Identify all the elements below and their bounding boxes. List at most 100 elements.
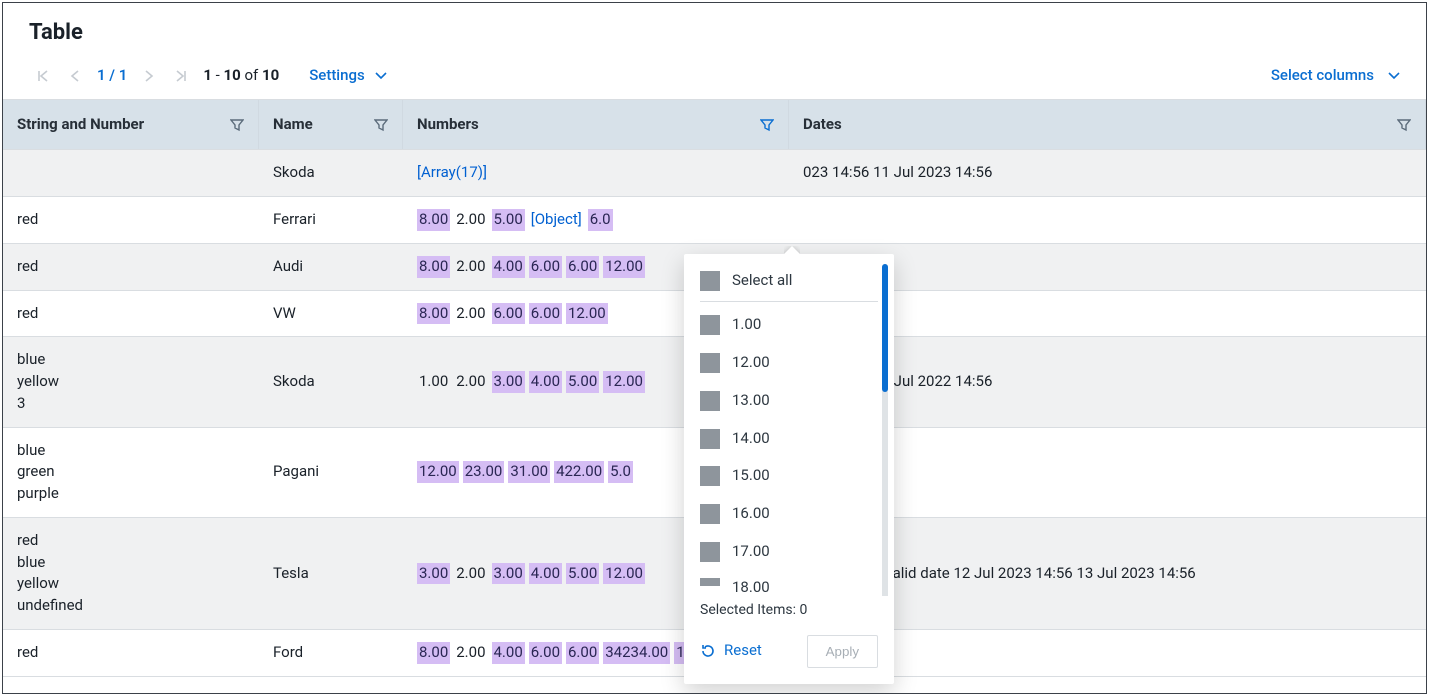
checkbox-icon: [700, 353, 720, 373]
filter-option[interactable]: 14.00: [684, 420, 894, 458]
checkbox-icon: [700, 542, 720, 562]
popup-caret-icon: [784, 246, 800, 254]
filter-reset-label: Reset: [724, 640, 762, 662]
cell-name: VW: [259, 291, 403, 337]
array-link[interactable]: [Array(17)]: [417, 162, 487, 184]
number-value: 12.00: [603, 371, 645, 393]
number-value: 2.00: [454, 371, 487, 393]
filter-option-label: Select all: [732, 270, 792, 292]
filter-option-label: 15.00: [732, 465, 770, 487]
filter-option-select-all[interactable]: Select all: [684, 262, 894, 300]
table-row[interactable]: redFerrari8.002.005.00[Object]6.0: [3, 197, 1426, 244]
filter-option[interactable]: 1.00: [684, 306, 894, 344]
number-value: 4.00: [529, 371, 562, 393]
filter-selected-info: Selected Items: 0: [684, 596, 894, 628]
filter-popup-numbers: Select all 1.00 12.00 13.00 14.00 15.00 16.00…: [684, 254, 894, 684]
number-value: 3.00: [492, 371, 525, 393]
filter-option-label: 17.00: [732, 541, 770, 563]
number-value: 8.00: [417, 303, 450, 325]
scrollbar-thumb[interactable]: [882, 264, 888, 392]
filter-options: Select all 1.00 12.00 13.00 14.00 15.00 16.00…: [684, 254, 894, 597]
cell-string-number: blue yellow 3: [3, 337, 259, 426]
table-row[interactable]: Skoda[Array(17)]023 14:56 11 Jul 2023 14…: [3, 150, 1426, 197]
scrollbar[interactable]: [882, 264, 888, 597]
filter-option[interactable]: 17.00: [684, 533, 894, 571]
cell-name: Tesla: [259, 518, 403, 629]
checkbox-icon: [700, 504, 720, 524]
settings-label: Settings: [309, 65, 365, 87]
number-value: 5.0: [608, 461, 633, 483]
cell-dates: 023 14:56 11 Jul 2023 14:56: [789, 150, 1426, 196]
filter-option-label: 14.00: [732, 428, 770, 450]
number-value: 12.00: [417, 461, 459, 483]
filter-icon[interactable]: [760, 118, 774, 132]
filter-icon[interactable]: [230, 118, 244, 132]
number-value: 422.00: [554, 461, 604, 483]
number-value: 3.00: [492, 563, 525, 585]
pager-prev-icon[interactable]: [65, 66, 85, 86]
cell-string-number: red: [3, 291, 259, 337]
filter-icon[interactable]: [1397, 118, 1411, 132]
cell-numbers: [Array(17)]: [403, 150, 789, 196]
page-title: Table: [3, 3, 1426, 57]
object-link[interactable]: [Object]: [529, 209, 584, 231]
filter-apply-button[interactable]: Apply: [807, 635, 878, 668]
cell-name: Ford: [259, 630, 403, 676]
filter-option[interactable]: 13.00: [684, 382, 894, 420]
number-value: 5.00: [566, 563, 599, 585]
select-columns-button[interactable]: Select columns: [1271, 65, 1400, 87]
filter-option-label: 12.00: [732, 352, 770, 374]
filter-option[interactable]: 18.00: [684, 571, 894, 593]
number-value: 6.00: [529, 642, 562, 664]
cell-name: Pagani: [259, 428, 403, 517]
pager-first-icon[interactable]: [33, 66, 53, 86]
number-value: 2.00: [454, 303, 487, 325]
number-value: 1.00: [417, 371, 450, 393]
cell-string-number: red blue yellow undefined: [3, 518, 259, 629]
number-value: 3.00: [417, 563, 450, 585]
pager-next-icon[interactable]: [139, 66, 159, 86]
number-value: 4.00: [492, 256, 525, 278]
cell-string-number: blue green purple: [3, 428, 259, 517]
cell-name: Audi: [259, 244, 403, 290]
col-header-name[interactable]: Name: [273, 114, 374, 136]
number-value: 34234.00: [603, 642, 670, 664]
chevron-down-icon: [1388, 72, 1400, 80]
cell-string-number: red: [3, 197, 259, 243]
filter-option[interactable]: 12.00: [684, 344, 894, 382]
number-value: 2.00: [454, 563, 487, 585]
filter-option[interactable]: 15.00: [684, 457, 894, 495]
divider: [700, 301, 878, 302]
pager-last-icon[interactable]: [171, 66, 191, 86]
cell-string-number: red: [3, 244, 259, 290]
number-value: 6.00: [566, 642, 599, 664]
checkbox-icon: [700, 315, 720, 335]
filter-option-label: 1.00: [732, 314, 761, 336]
number-value: 23.00: [463, 461, 505, 483]
number-value: 2.00: [454, 209, 487, 231]
number-value: 4.00: [529, 563, 562, 585]
number-value: 8.00: [417, 256, 450, 278]
filter-option-label: 13.00: [732, 390, 770, 412]
col-header-string-number[interactable]: String and Number: [17, 114, 230, 136]
number-value: 8.00: [417, 642, 450, 664]
number-value: 4.00: [492, 642, 525, 664]
number-value: 2.00: [454, 642, 487, 664]
col-header-dates[interactable]: Dates: [803, 114, 1397, 136]
cell-dates: [789, 197, 1426, 243]
number-value: 6.00: [529, 303, 562, 325]
number-value: 5.00: [492, 209, 525, 231]
chevron-down-icon: [375, 72, 387, 80]
pager-page: 1 / 1: [97, 65, 127, 87]
checkbox-icon: [700, 271, 720, 291]
table-header: String and Number Name Numbers Dates: [3, 99, 1426, 151]
cell-name: Ferrari: [259, 197, 403, 243]
number-value: 12.00: [566, 303, 608, 325]
filter-reset-button[interactable]: Reset: [700, 640, 762, 662]
number-value: 6.00: [529, 256, 562, 278]
filter-icon[interactable]: [374, 118, 388, 132]
cell-string-number: [3, 150, 259, 196]
filter-option[interactable]: 16.00: [684, 495, 894, 533]
settings-button[interactable]: Settings: [309, 65, 387, 87]
col-header-numbers[interactable]: Numbers: [417, 114, 760, 136]
